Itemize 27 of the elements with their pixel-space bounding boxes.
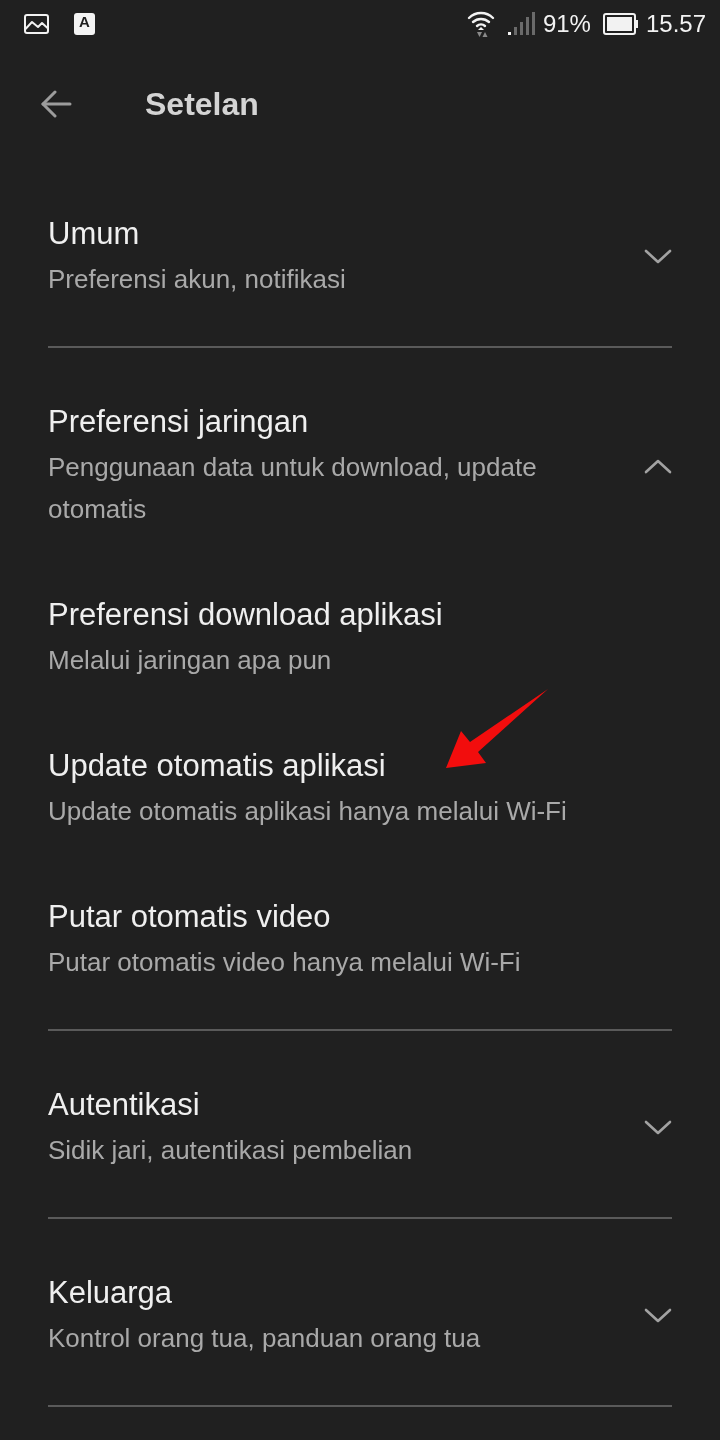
section-title[interactable]: Umum (48, 214, 140, 254)
section-title[interactable]: Preferensi jaringan (48, 402, 309, 442)
chevron-up-icon[interactable] (644, 458, 672, 474)
status-time: 15.57 (645, 10, 706, 38)
chevron-down-icon[interactable] (644, 249, 672, 265)
section-subtitle: Preferensi akun, notifikasi (48, 263, 346, 296)
section-subtitle: Penggunaan data untuk download, update otomatis (48, 451, 538, 526)
section-subtitle: Sidik jari, autentikasi pembelian (48, 1134, 413, 1167)
setting-description: Update otomatis aplikasi hanya melalui Wi-Fi (48, 795, 567, 828)
setting-title[interactable]: Putar otomatis video (48, 897, 331, 937)
setting-description: Melalui jaringan apa pun (48, 644, 332, 677)
setting-title[interactable]: Update otomatis aplikasi (48, 746, 386, 786)
chevron-down-icon[interactable] (644, 1308, 672, 1324)
app-icon: A (74, 13, 95, 35)
section-title[interactable]: Autentikasi (48, 1085, 200, 1125)
chevron-down-icon[interactable] (644, 1120, 672, 1136)
image-icon (24, 14, 49, 34)
battery-percent: 91% (542, 10, 591, 38)
setting-title[interactable]: Preferensi download aplikasi (48, 595, 443, 635)
wifi-icon (466, 10, 495, 38)
back-arrow-icon[interactable] (40, 90, 72, 118)
signal-icon (506, 12, 535, 36)
page-title: Setelan (145, 85, 259, 124)
section-title[interactable]: Keluarga (48, 1273, 173, 1313)
section-subtitle: Kontrol orang tua, panduan orang tua (48, 1322, 481, 1355)
battery-icon (602, 13, 639, 35)
setting-description: Putar otomatis video hanya melalui Wi-Fi (48, 946, 521, 979)
